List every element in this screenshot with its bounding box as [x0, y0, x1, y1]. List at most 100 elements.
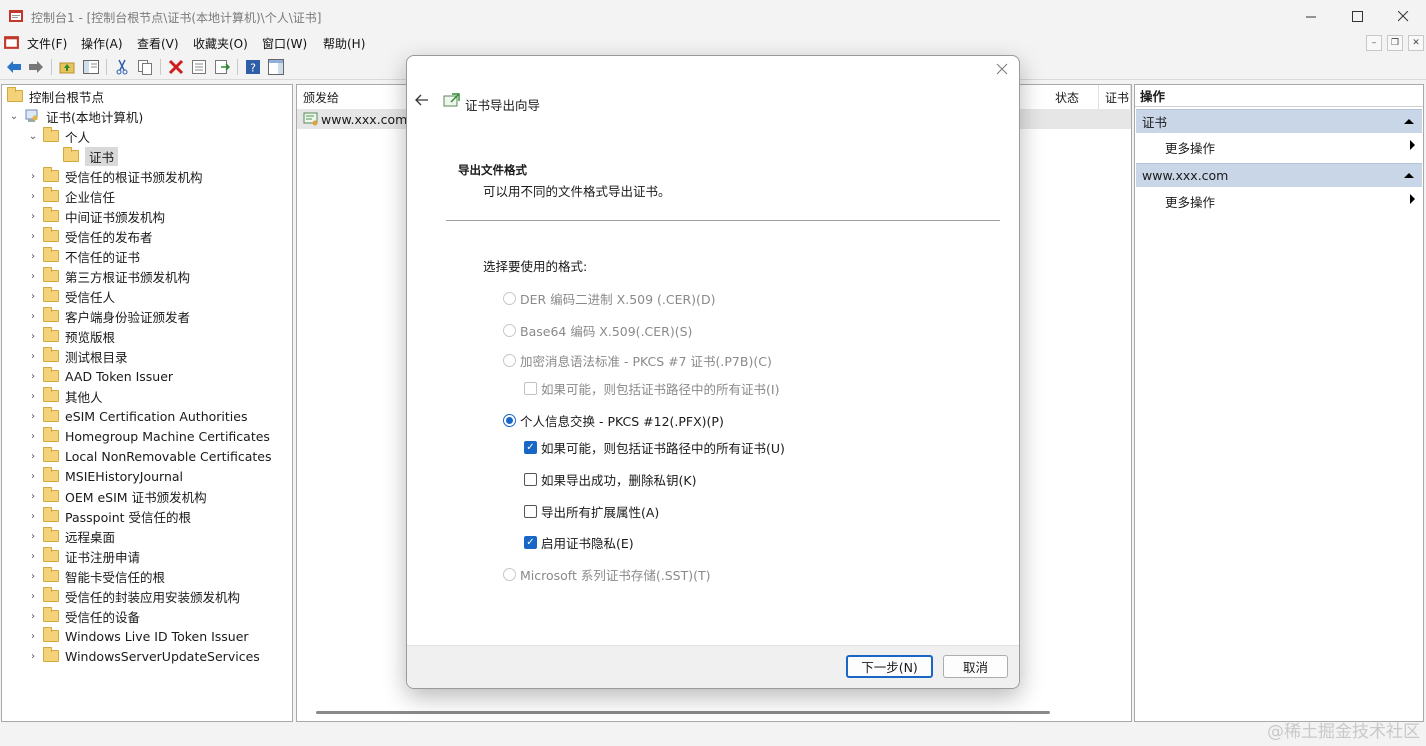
checkbox-pfx-include-path[interactable]: ✓ 如果可能，则包括证书路径中的所有证书(U) [524, 438, 785, 457]
checkbox-checked[interactable]: ✓ [524, 536, 537, 549]
tree-node-certificates-selected[interactable]: 证书 [63, 146, 119, 166]
radio-der[interactable]: DER 编码二进制 X.509 (.CER)(D) [503, 289, 715, 308]
checkbox-delete-private-key[interactable]: 如果导出成功，删除私钥(K) [524, 470, 696, 489]
chevron-right-icon[interactable]: › [27, 551, 39, 562]
help-button[interactable]: ? [244, 58, 262, 76]
menu-action[interactable]: 操作(A) [81, 35, 123, 52]
chevron-right-icon[interactable]: › [27, 611, 39, 622]
tree-node-store[interactable]: › 受信任的封装应用安装颁发机构 [27, 586, 240, 606]
submenu-arrow-icon[interactable] [1410, 140, 1415, 150]
menu-view[interactable]: 查看(V) [137, 35, 179, 52]
tree-node-store[interactable]: › WindowsServerUpdateServices [27, 646, 260, 666]
maximize-button[interactable] [1334, 0, 1380, 32]
tree-node-personal[interactable]: ⌄ 个人 [27, 126, 90, 146]
menu-help[interactable]: 帮助(H) [323, 35, 365, 52]
mdi-restore-button[interactable]: ❐ [1387, 35, 1403, 51]
radio-button-selected[interactable] [503, 414, 516, 427]
tree-node-store[interactable]: › 不信任的证书 [27, 246, 140, 266]
radio-pfx[interactable]: 个人信息交换 - PKCS #12(.PFX)(P) [503, 411, 724, 430]
chevron-right-icon[interactable]: › [27, 311, 39, 322]
chevron-right-icon[interactable]: › [27, 511, 39, 522]
chevron-right-icon[interactable]: › [27, 191, 39, 202]
minimize-button[interactable] [1288, 0, 1334, 32]
tree-node-store[interactable]: › Homegroup Machine Certificates [27, 426, 270, 446]
next-button[interactable]: 下一步(N) [846, 655, 933, 678]
column-header-status[interactable]: 状态 [1049, 85, 1099, 109]
checkbox-export-extended-properties[interactable]: 导出所有扩展属性(A) [524, 502, 659, 521]
chevron-right-icon[interactable]: › [27, 411, 39, 422]
column-header-cert[interactable]: 证书 [1099, 85, 1131, 109]
action-more-actions[interactable]: 更多操作 [1165, 138, 1215, 157]
chevron-right-icon[interactable]: › [27, 571, 39, 582]
chevron-right-icon[interactable]: › [27, 651, 39, 662]
menu-favorites[interactable]: 收藏夹(O) [193, 35, 248, 52]
tree-node-store[interactable]: › 受信任的根证书颁发机构 [27, 166, 203, 186]
tree-node-store[interactable]: › 第三方根证书颁发机构 [27, 266, 190, 286]
tree-node-store[interactable]: › 客户端身份验证颁发者 [27, 306, 190, 326]
chevron-right-icon[interactable]: › [27, 291, 39, 302]
menu-file[interactable]: 文件(F) [27, 35, 67, 52]
submenu-arrow-icon[interactable] [1410, 194, 1415, 204]
tree-node-store[interactable]: › 智能卡受信任的根 [27, 566, 165, 586]
checkbox-checked[interactable]: ✓ [524, 441, 537, 454]
tree-node-store[interactable]: › 预览版根 [27, 326, 115, 346]
tree-node-store[interactable]: › OEM eSIM 证书颁发机构 [27, 486, 207, 506]
radio-button[interactable] [503, 354, 516, 367]
tree-node-store[interactable]: › 证书注册申请 [27, 546, 140, 566]
radio-sst[interactable]: Microsoft 系列证书存储(.SST)(T) [503, 565, 710, 584]
collapse-up-icon[interactable] [1404, 173, 1414, 178]
chevron-right-icon[interactable]: › [27, 391, 39, 402]
tree-node-store[interactable]: › 企业信任 [27, 186, 115, 206]
tree-node-store[interactable]: › Windows Live ID Token Issuer [27, 626, 249, 646]
radio-base64[interactable]: Base64 编码 X.509(.CER)(S) [503, 321, 692, 340]
action-section-certificates[interactable]: 证书 [1136, 109, 1422, 133]
chevron-down-icon[interactable]: ⌄ [27, 131, 39, 142]
chevron-right-icon[interactable]: › [27, 371, 39, 382]
tree-node-store[interactable]: › 受信任人 [27, 286, 115, 306]
tree-node-store[interactable]: › 受信任的设备 [27, 606, 140, 626]
export-list-button[interactable] [213, 58, 231, 76]
chevron-right-icon[interactable]: › [27, 431, 39, 442]
tree-node-store[interactable]: › Passpoint 受信任的根 [27, 506, 191, 526]
checkbox-pkcs7-include-path[interactable]: 如果可能，则包括证书路径中的所有证书(I) [524, 379, 779, 398]
mdi-close-button[interactable]: ✕ [1408, 35, 1424, 51]
chevron-right-icon[interactable]: › [27, 211, 39, 222]
dialog-close-button[interactable] [996, 63, 1010, 77]
tree-node-store[interactable]: › MSIEHistoryJournal [27, 466, 183, 486]
close-button[interactable] [1380, 0, 1426, 32]
up-one-level-button[interactable] [58, 58, 76, 76]
delete-button[interactable] [167, 58, 185, 76]
back-button[interactable] [414, 93, 432, 109]
checkbox[interactable] [524, 382, 537, 395]
radio-pkcs7[interactable]: 加密消息语法标准 - PKCS #7 证书(.P7B)(C) [503, 351, 772, 370]
tree-node-store[interactable]: › Local NonRemovable Certificates [27, 446, 272, 466]
chevron-right-icon[interactable]: › [27, 531, 39, 542]
chevron-right-icon[interactable]: › [27, 471, 39, 482]
back-button[interactable] [5, 58, 23, 76]
radio-button[interactable] [503, 324, 516, 337]
tree-node-store[interactable]: › 远程桌面 [27, 526, 115, 546]
chevron-right-icon[interactable]: › [27, 251, 39, 262]
tree-node-store[interactable]: › 中间证书颁发机构 [27, 206, 165, 226]
chevron-right-icon[interactable]: › [27, 331, 39, 342]
cut-button[interactable] [113, 58, 131, 76]
chevron-right-icon[interactable]: › [27, 591, 39, 602]
show-hide-action-pane-button[interactable] [267, 58, 285, 76]
tree-node-certificates-local[interactable]: ⌄ 证书(本地计算机) [8, 106, 143, 126]
menu-window[interactable]: 窗口(W) [262, 35, 307, 52]
chevron-right-icon[interactable]: › [27, 491, 39, 502]
checkbox[interactable] [524, 473, 537, 486]
chevron-right-icon[interactable]: › [27, 171, 39, 182]
chevron-right-icon[interactable]: › [27, 271, 39, 282]
chevron-right-icon[interactable]: › [27, 231, 39, 242]
radio-button[interactable] [503, 292, 516, 305]
action-more-actions[interactable]: 更多操作 [1165, 192, 1215, 211]
radio-button[interactable] [503, 568, 516, 581]
tree-node-store[interactable]: › 测试根目录 [27, 346, 128, 366]
tree-node-store[interactable]: › eSIM Certification Authorities [27, 406, 247, 426]
properties-button[interactable] [190, 58, 208, 76]
action-section-www[interactable]: www.xxx.com [1136, 163, 1422, 187]
show-hide-tree-button[interactable] [82, 58, 100, 76]
checkbox[interactable] [524, 505, 537, 518]
chevron-right-icon[interactable]: › [27, 351, 39, 362]
